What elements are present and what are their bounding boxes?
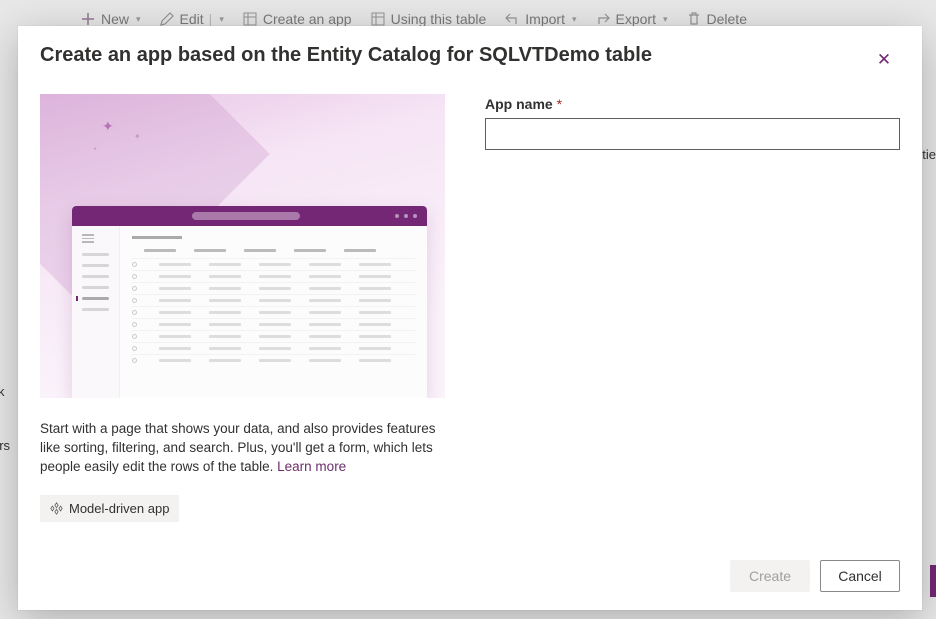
import-icon: [504, 11, 520, 27]
toolbar-delete: Delete: [686, 11, 747, 27]
dialog-footer: Create Cancel: [18, 546, 922, 610]
grid-icon: [370, 11, 386, 27]
edge-text-right: tie: [922, 147, 936, 162]
edge-text-left2: ors: [0, 438, 10, 453]
learn-more-link[interactable]: Learn more: [277, 459, 346, 474]
plus-icon: [80, 11, 96, 27]
edge-text-left1: k: [0, 384, 5, 399]
toolbar-create-app: Create an app: [242, 11, 352, 27]
toolbar-delete-label: Delete: [707, 11, 747, 27]
dialog-right-column: App name *: [485, 94, 900, 546]
create-button[interactable]: Create: [730, 560, 810, 592]
app-type-tag: Model-driven app: [40, 495, 179, 522]
dialog-title: Create an app based on the Entity Catalo…: [40, 44, 652, 67]
model-driven-icon: [50, 502, 63, 515]
trash-icon: [686, 11, 702, 27]
grid-icon: [242, 11, 258, 27]
app-illustration: ✦ ✦ •: [40, 94, 445, 398]
toolbar-import: Import▾: [504, 11, 576, 27]
required-indicator: *: [557, 96, 562, 112]
export-icon: [595, 11, 611, 27]
close-icon: ✕: [877, 50, 891, 70]
pencil-icon: [159, 11, 175, 27]
create-app-dialog: Create an app based on the Entity Catalo…: [18, 26, 922, 610]
dialog-body: ✦ ✦ •: [18, 86, 922, 546]
cancel-button[interactable]: Cancel: [820, 560, 900, 592]
dialog-left-column: ✦ ✦ •: [40, 94, 445, 546]
toolbar-using-table: Using this table: [370, 11, 487, 27]
close-button[interactable]: ✕: [868, 44, 900, 76]
app-name-input[interactable]: [485, 118, 900, 150]
edge-purple-sliver: [930, 565, 936, 597]
app-name-label: App name *: [485, 96, 900, 112]
toolbar-edit-label: Edit: [180, 11, 204, 27]
toolbar-edit: Edit |▾: [159, 11, 224, 27]
dialog-header: Create an app based on the Entity Catalo…: [18, 26, 922, 86]
background-toolbar: New▾ Edit |▾ Create an app Using this ta…: [0, 11, 936, 27]
toolbar-export: Export▾: [595, 11, 668, 27]
toolbar-new: New▾: [80, 11, 141, 27]
toolbar-new-label: New: [101, 11, 129, 27]
toolbar-using-table-label: Using this table: [391, 11, 487, 27]
toolbar-create-app-label: Create an app: [263, 11, 352, 27]
tag-label: Model-driven app: [69, 501, 169, 516]
dialog-description: Start with a page that shows your data, …: [40, 398, 445, 477]
toolbar-import-label: Import: [525, 11, 565, 27]
description-text: Start with a page that shows your data, …: [40, 421, 435, 474]
toolbar-export-label: Export: [616, 11, 656, 27]
